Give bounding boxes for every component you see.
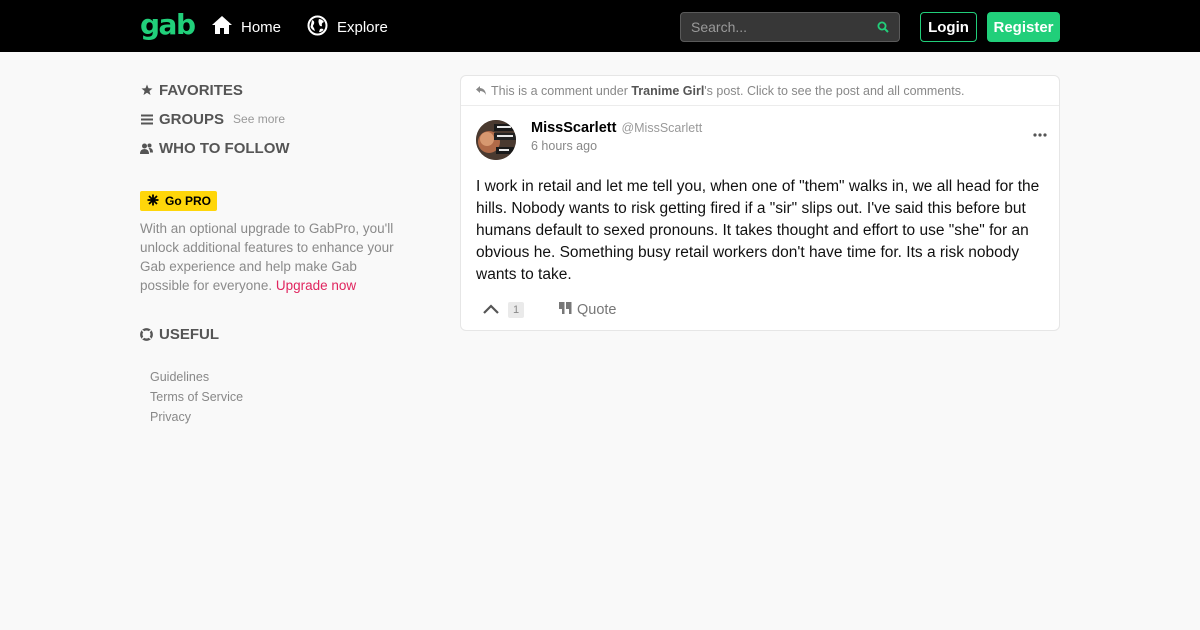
avatar[interactable] [476,120,516,160]
chevron-up-icon [483,301,499,319]
post-timestamp[interactable]: 6 hours ago [531,139,597,153]
sidebar-favorites[interactable]: FAVORITES [140,80,243,100]
guidelines-link[interactable]: Guidelines [150,370,209,384]
groups-see-more-link[interactable]: See more [233,112,285,126]
users-icon [140,143,153,154]
reply-arrow-icon [476,84,491,98]
context-prefix: This is a comment under [491,83,628,98]
search-icon[interactable] [877,20,889,38]
context-suffix: 's post. Click to see the post and all c… [704,83,965,98]
favorites-label: FAVORITES [159,81,243,99]
go-pro-label: Go PRO [165,194,212,208]
register-button[interactable]: Register [987,12,1060,42]
asterisk-icon [147,194,165,209]
groups-label: GROUPS [159,110,225,128]
nav-explore-label: Explore [337,18,388,36]
terms-of-service-link[interactable]: Terms of Service [150,390,243,404]
go-pro-description: With an optional upgrade to GabPro, you'… [140,219,410,295]
upgrade-now-link[interactable]: Upgrade now [276,278,356,293]
go-pro-badge[interactable]: Go PRO [140,191,217,211]
author-name[interactable]: MissScarlett [531,120,616,136]
post-body: I work in retail and let me tell you, wh… [476,178,1040,283]
useful-label: USEFUL [159,325,219,343]
star-icon [140,84,153,96]
lifebuoy-icon [140,327,153,341]
sidebar-who-to-follow[interactable]: WHO TO FOLLOW [140,138,290,158]
top-navbar: gab Home Explore Login Register [0,0,1200,52]
list-icon [140,114,153,125]
who-to-follow-label: WHO TO FOLLOW [159,139,290,157]
quote-icon [559,301,577,319]
search-input[interactable] [681,13,871,41]
nav-home[interactable]: Home [212,14,281,40]
ellipsis-icon [1033,124,1047,141]
quote-label: Quote [577,302,617,318]
sidebar-useful: USEFUL [140,324,219,344]
gab-logo[interactable]: gab [140,9,196,41]
search-box [680,12,900,42]
post-card: This is a comment under Tranime Girl's p… [460,75,1060,331]
login-button[interactable]: Login [920,12,977,42]
more-options-button[interactable] [1033,124,1047,142]
author-line: MissScarlett @MissScarlett [531,120,702,136]
quote-button[interactable]: Quote [559,301,617,319]
nav-explore[interactable]: Explore [307,14,388,40]
home-icon [212,16,241,38]
author-handle[interactable]: @MissScarlett [621,121,702,135]
post-actions: 1 Quote [476,298,617,322]
privacy-link[interactable]: Privacy [150,410,191,424]
sidebar-groups[interactable]: GROUPS See more [140,109,285,129]
score-badge: 1 [508,302,524,318]
nav-home-label: Home [241,18,282,36]
context-author[interactable]: Tranime Girl [631,84,704,98]
upvote-button[interactable] [478,300,504,320]
globe-icon [307,15,337,40]
comment-context-bar[interactable]: This is a comment under Tranime Girl's p… [461,76,1059,106]
